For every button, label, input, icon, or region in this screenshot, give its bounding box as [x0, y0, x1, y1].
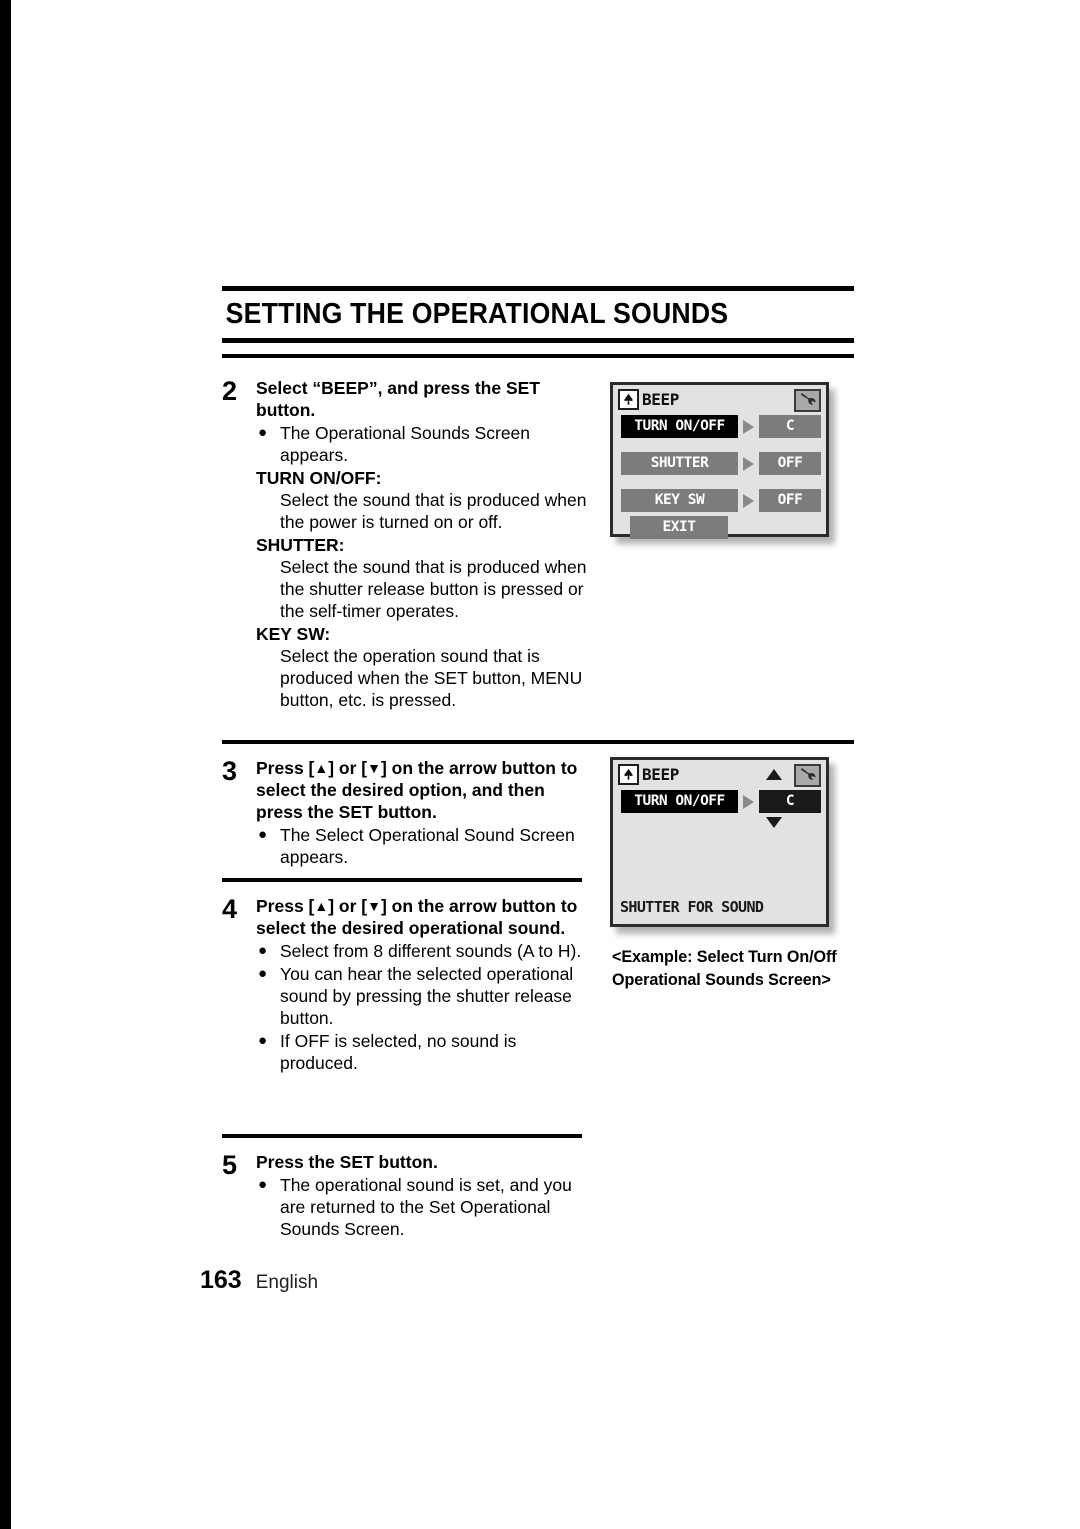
step-4-heading-mid: ] or [	[328, 896, 368, 916]
section-divider-step4	[222, 878, 582, 882]
arrow-up-icon: ▲	[314, 760, 329, 776]
up-arrow-mode-icon	[618, 389, 639, 410]
operational-sounds-screen-figure: BEEP TURN ON/OFF C SHUTTER OFF KEY SW OF…	[610, 382, 829, 539]
bullet-text: The Operational Sounds Screen appears.	[280, 423, 531, 465]
step-4-heading-prefix: Press [	[256, 896, 315, 916]
section-divider-step2	[222, 354, 854, 358]
definition-desc-shutter: Select the sound that is produced when t…	[280, 557, 587, 621]
lcd1-row-exit[interactable]: EXIT	[630, 516, 728, 539]
page-language: English	[255, 1272, 319, 1293]
title-rule-bottom	[222, 338, 854, 343]
chevron-right-icon	[743, 493, 754, 508]
step-2-heading: Select “BEEP”, and press the SET button.	[256, 378, 540, 420]
arrow-up-icon: ▲	[314, 898, 329, 914]
lcd2-row-turn-on-off[interactable]: TURN ON/OFF C	[621, 790, 821, 813]
step-4-bullet-3: ● If OFF is selected, no sound is produc…	[256, 1030, 590, 1074]
step-5-bullet-1: ● The operational sound is set, and you …	[256, 1174, 590, 1240]
step-5: 5 Press the SET button. ● The operationa…	[222, 1151, 590, 1240]
chevron-right-icon	[743, 419, 754, 434]
bullet-dot-icon: ●	[258, 826, 268, 843]
lcd1-label-turn-on-off[interactable]: TURN ON/OFF	[621, 415, 738, 438]
chapter-title-block: SETTING THE OPERATIONAL SOUNDS	[222, 286, 854, 343]
bullet-text: The operational sound is set, and you ar…	[280, 1175, 572, 1239]
figure-caption: <Example: Select Turn On/Off Operational…	[612, 945, 869, 991]
lcd2-footer-text: SHUTTER FOR SOUND	[620, 898, 764, 916]
lcd2-label-turn-on-off[interactable]: TURN ON/OFF	[621, 790, 738, 813]
section-divider-step5	[222, 1134, 582, 1138]
chevron-right-icon	[743, 456, 754, 471]
page-number: 163	[200, 1266, 242, 1294]
arrow-down-icon: ▼	[367, 760, 381, 776]
wrench-icon	[794, 389, 821, 412]
bullet-dot-icon: ●	[258, 1176, 268, 1193]
lcd-screen-select-sound: BEEP TURN ON/OFF C SHUTTER FOR SOUND	[610, 757, 829, 927]
step-4: 4 Press [▲] or [▼] on the arrow button t…	[222, 895, 590, 1074]
lcd1-row-shutter[interactable]: SHUTTER OFF	[621, 452, 821, 475]
page-edge-bar	[0, 0, 11, 1529]
arrow-down-icon: ▼	[367, 898, 381, 914]
step-3-heading-prefix: Press [	[256, 758, 315, 778]
page-footer: 163 English	[200, 1268, 318, 1293]
step-3-heading: Press [▲] or [▼] on the arrow button to …	[256, 757, 590, 823]
figure-caption-line-2: Operational Sounds Screen>	[612, 970, 831, 989]
bullet-text: You can hear the selected operational so…	[280, 964, 574, 1028]
lcd1-value-key-sw[interactable]: OFF	[759, 489, 821, 512]
step-2-number: 2	[222, 376, 238, 406]
step-3: 3 Press [▲] or [▼] on the arrow button t…	[222, 757, 590, 868]
lcd1-label-shutter[interactable]: SHUTTER	[621, 452, 738, 475]
lcd2-title: BEEP	[642, 764, 679, 784]
lcd-screen-operational-sounds: BEEP TURN ON/OFF C SHUTTER OFF KEY SW OF…	[610, 382, 829, 539]
lcd1-value-turn-on-off[interactable]: C	[759, 415, 821, 438]
definition-term-turn-on-off: TURN ON/OFF:	[256, 468, 382, 488]
step-3-number: 3	[222, 756, 238, 786]
step-5-heading: Press the SET button.	[256, 1152, 438, 1172]
lcd1-exit-button[interactable]: EXIT	[630, 516, 728, 539]
up-arrow-mode-icon	[618, 764, 639, 785]
step-4-number: 4	[222, 894, 238, 924]
bullet-text: The Select Operational Sound Screen appe…	[280, 825, 575, 867]
bullet-dot-icon: ●	[258, 965, 268, 982]
step-2: 2 Select “BEEP”, and press the SET butto…	[222, 377, 590, 711]
step-4-bullet-1: ● Select from 8 different sounds (A to H…	[256, 940, 590, 962]
bullet-text: Select from 8 different sounds (A to H).	[280, 941, 582, 961]
definition-term-shutter: SHUTTER:	[256, 535, 345, 555]
bullet-dot-icon: ●	[258, 942, 268, 959]
wrench-icon	[794, 764, 821, 787]
manual-page: SETTING THE OPERATIONAL SOUNDS 2 Select …	[0, 0, 1080, 1529]
definition-desc-turn-on-off: Select the sound that is produced when t…	[280, 490, 587, 532]
step-5-number: 5	[222, 1150, 238, 1180]
bullet-dot-icon: ●	[258, 424, 268, 441]
lcd1-row-turn-on-off[interactable]: TURN ON/OFF C	[621, 415, 821, 438]
triangle-up-icon[interactable]	[766, 769, 782, 780]
lcd1-label-key-sw[interactable]: KEY SW	[621, 489, 738, 512]
step-2-bullet-1: ● The Operational Sounds Screen appears.	[256, 422, 590, 466]
bullet-dot-icon: ●	[258, 1032, 268, 1049]
chevron-right-icon	[743, 794, 754, 809]
section-divider-step3	[222, 740, 854, 744]
select-sound-screen-figure: BEEP TURN ON/OFF C SHUTTER FOR SOUND <Ex…	[610, 757, 837, 989]
triangle-down-icon[interactable]	[766, 817, 782, 828]
lcd1-topbar: BEEP	[618, 389, 679, 410]
lcd1-title: BEEP	[642, 389, 679, 409]
lcd1-row-key-sw[interactable]: KEY SW OFF	[621, 489, 821, 512]
step-3-heading-mid: ] or [	[328, 758, 368, 778]
lcd1-value-shutter[interactable]: OFF	[759, 452, 821, 475]
step-4-heading: Press [▲] or [▼] on the arrow button to …	[256, 895, 590, 939]
definition-desc-key-sw: Select the operation sound that is produ…	[280, 646, 583, 710]
bullet-text: If OFF is selected, no sound is produced…	[280, 1031, 517, 1073]
figure-caption-line-1: <Example: Select Turn On/Off	[612, 947, 837, 966]
definition-term-key-sw: KEY SW:	[256, 624, 331, 644]
lcd2-value-sound[interactable]: C	[759, 790, 821, 813]
step-4-bullet-2: ● You can hear the selected operational …	[256, 963, 590, 1029]
page-title: SETTING THE OPERATIONAL SOUNDS	[225, 298, 729, 330]
lcd2-topbar: BEEP	[618, 764, 679, 785]
step-3-bullet-1: ● The Select Operational Sound Screen ap…	[256, 824, 590, 868]
